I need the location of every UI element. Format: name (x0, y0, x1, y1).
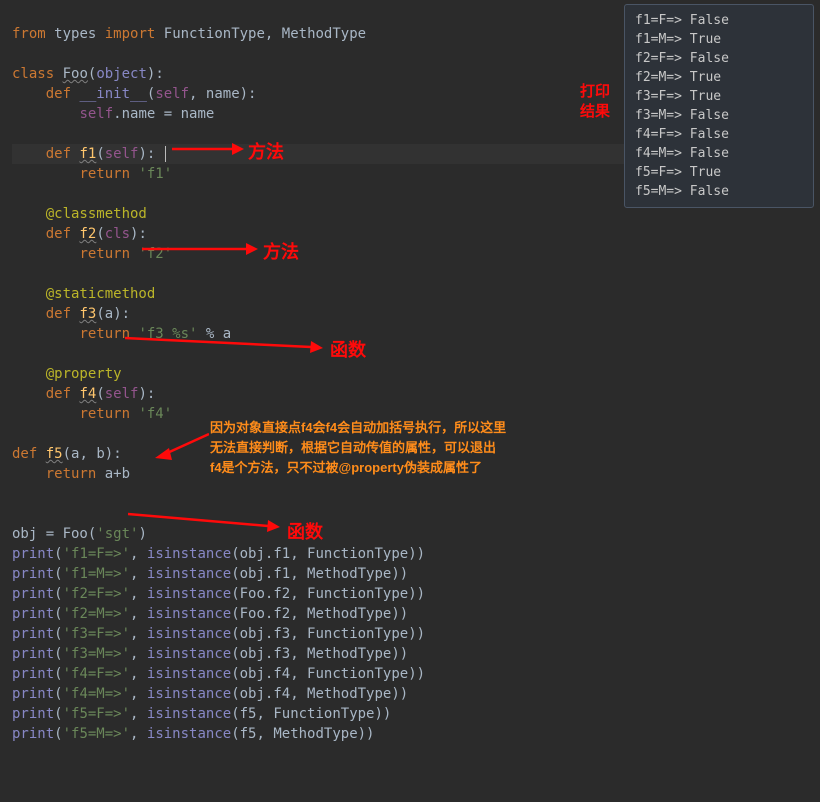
ps10: 'f5=M=>' (63, 726, 130, 742)
isi6: isinstance (147, 646, 231, 662)
out-line: f5=M=> False (635, 182, 803, 201)
import-ft: FunctionType (164, 26, 265, 42)
str-f2: 'f2' (138, 246, 172, 262)
pa5: (obj.f3, FunctionType)) (231, 626, 425, 642)
pa1: (obj.f1, FunctionType)) (231, 546, 425, 562)
ps5: 'f3=F=>' (63, 626, 130, 642)
pa8: (obj.f4, MethodType)) (231, 686, 408, 702)
isi8: isinstance (147, 686, 231, 702)
print: print (12, 666, 54, 682)
print: print (12, 706, 54, 722)
out-line: f2=F=> False (635, 49, 803, 68)
print: print (12, 646, 54, 662)
paren-end: ) (138, 526, 146, 542)
kw-return: return (79, 326, 130, 342)
ps2: 'f1=M=>' (63, 566, 130, 582)
pa6: (obj.f3, MethodType)) (231, 646, 408, 662)
param-a: a (105, 306, 113, 322)
param-cls: cls (105, 226, 130, 242)
expr-ab: a+b (105, 466, 130, 482)
module-types: types (54, 26, 96, 42)
kw-return: return (79, 406, 130, 422)
output-panel: f1=F=> False f1=M=> True f2=F=> False f2… (624, 4, 814, 208)
ps7: 'f4=F=>' (63, 666, 130, 682)
ps6: 'f3=M=>' (63, 646, 130, 662)
fn-f1: f1 (79, 146, 96, 162)
isi2: isinstance (147, 566, 231, 582)
pa3: (Foo.f2, FunctionType)) (231, 586, 425, 602)
self-ref: self (79, 106, 113, 122)
kw-return: return (79, 246, 130, 262)
dec-classmethod: @classmethod (46, 206, 147, 222)
param-self: self (105, 386, 139, 402)
str-f1: 'f1' (138, 166, 172, 182)
obj-assign: obj = Foo( (12, 526, 96, 542)
pa10: (f5, MethodType)) (231, 726, 374, 742)
base-object: object (96, 66, 147, 82)
out-line: f3=F=> True (635, 87, 803, 106)
isi9: isinstance (147, 706, 231, 722)
dec-staticmethod: @staticmethod (46, 286, 156, 302)
pa2: (obj.f1, MethodType)) (231, 566, 408, 582)
attr-assign: .name = name (113, 106, 214, 122)
out-line: f1=M=> True (635, 30, 803, 49)
fn-f4: f4 (79, 386, 96, 402)
pa4: (Foo.f2, MethodType)) (231, 606, 408, 622)
kw-import: import (105, 26, 156, 42)
str-f4: 'f4' (138, 406, 172, 422)
str-f3: 'f3 %s' (138, 326, 197, 342)
isi5: isinstance (147, 626, 231, 642)
fn-init: __init__ (79, 86, 146, 102)
out-line: f5=F=> True (635, 163, 803, 182)
ps4: 'f2=M=>' (63, 606, 130, 622)
dec-property: @property (46, 366, 122, 382)
param-self: self (105, 146, 139, 162)
fn-f3: f3 (79, 306, 96, 322)
isi3: isinstance (147, 586, 231, 602)
fn-f5: f5 (46, 446, 63, 462)
pa7: (obj.f4, FunctionType)) (231, 666, 425, 682)
kw-def: def (46, 146, 71, 162)
kw-def: def (46, 226, 71, 242)
param-b5: b (96, 446, 104, 462)
ps9: 'f5=F=>' (63, 706, 130, 722)
kw-def: def (46, 86, 71, 102)
out-line: f4=F=> False (635, 125, 803, 144)
kw-def: def (46, 306, 71, 322)
str-sgt: 'sgt' (96, 526, 138, 542)
out-line: f3=M=> False (635, 106, 803, 125)
kw-def: def (12, 446, 37, 462)
ps3: 'f2=F=>' (63, 586, 130, 602)
print: print (12, 686, 54, 702)
kw-class: class (12, 66, 54, 82)
print: print (12, 546, 54, 562)
ps1: 'f1=F=>' (63, 546, 130, 562)
text-cursor (165, 146, 166, 162)
kw-return: return (79, 166, 130, 182)
out-line: f1=F=> False (635, 11, 803, 30)
isi10: isinstance (147, 726, 231, 742)
isi1: isinstance (147, 546, 231, 562)
param-name: name (206, 86, 240, 102)
ps8: 'f4=M=>' (63, 686, 130, 702)
out-line: f4=M=> False (635, 144, 803, 163)
param-self: self (155, 86, 189, 102)
isi7: isinstance (147, 666, 231, 682)
mod-a: % a (197, 326, 231, 342)
kw-from: from (12, 26, 46, 42)
param-a5: a (71, 446, 79, 462)
out-line: f2=M=> True (635, 68, 803, 87)
kw-return: return (46, 466, 97, 482)
kw-def: def (46, 386, 71, 402)
import-mt: MethodType (282, 26, 366, 42)
print: print (12, 566, 54, 582)
print: print (12, 626, 54, 642)
fn-f2: f2 (79, 226, 96, 242)
print: print (12, 726, 54, 742)
pa9: (f5, FunctionType)) (231, 706, 391, 722)
print: print (12, 586, 54, 602)
class-foo: Foo (63, 66, 88, 82)
print: print (12, 606, 54, 622)
isi4: isinstance (147, 606, 231, 622)
